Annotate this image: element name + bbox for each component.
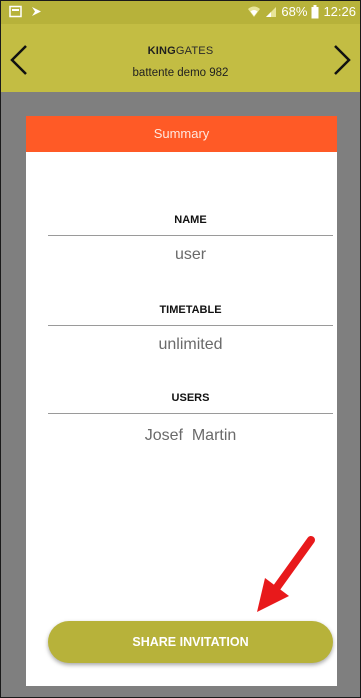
divider (48, 413, 333, 414)
field-value-users: Josef Martin (144, 427, 237, 444)
status-bar: 68% 12:26 (1, 1, 360, 24)
clock: 12:26 (323, 4, 356, 19)
cast-icon (30, 5, 43, 21)
chevron-right-icon (334, 45, 351, 75)
field-value-name: user (174, 246, 207, 263)
forward-button[interactable] (329, 42, 355, 78)
field-label-timetable: TIMETABLE (159, 304, 222, 316)
field-value-timetable: unlimited (158, 336, 223, 353)
notification-icon (9, 5, 22, 21)
status-left-icons (9, 5, 43, 21)
field-label-name: NAME (174, 214, 207, 226)
signal-icon (265, 5, 277, 18)
brand-name-part1: KING (147, 45, 176, 57)
divider (48, 235, 333, 236)
brand-logo: KINGGATES (1, 45, 360, 57)
battery-icon (311, 4, 319, 19)
share-invitation-button[interactable]: SHARE INVITATION (48, 621, 333, 663)
divider (48, 325, 333, 326)
field-label-users: USERS (171, 392, 210, 404)
app-frame: 68% 12:26 KINGGATES battente demo 982 Su… (0, 0, 361, 698)
status-right-icons: 68% 12:26 (247, 4, 356, 19)
summary-card: Summary NAME user TIMETABLE unlimited US… (26, 116, 337, 686)
battery-percent: 68% (281, 4, 308, 19)
device-name: battente demo 982 (132, 67, 229, 79)
summary-title: Summary (26, 116, 337, 152)
wifi-icon (247, 5, 261, 18)
app-header: KINGGATES battente demo 982 (1, 24, 360, 92)
brand-name-part2: GATES (175, 45, 214, 57)
